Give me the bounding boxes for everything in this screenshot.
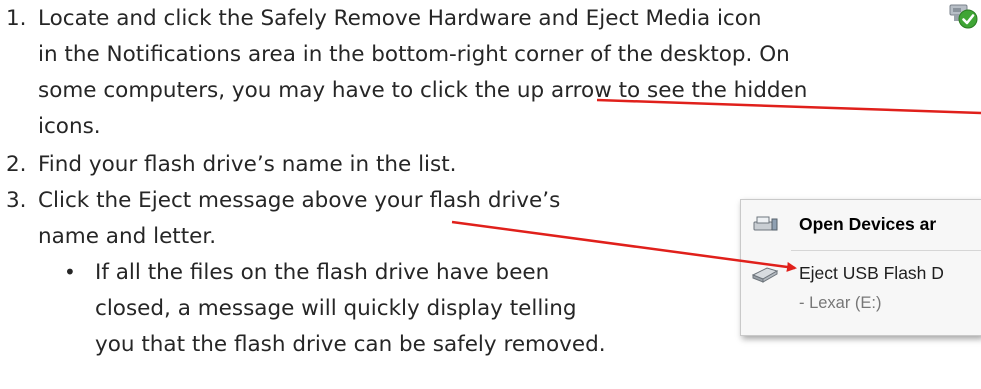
step-1-line-4: icons. bbox=[38, 114, 101, 139]
step-2-number: 2. bbox=[6, 152, 27, 177]
step-1-line-2: in the Notifications area in the bottom-… bbox=[38, 42, 790, 67]
step-1-line-1: Locate and click the Safely Remove Hardw… bbox=[38, 6, 762, 31]
step-3-line-1: Click the Eject message above your flash… bbox=[38, 188, 561, 213]
drive-name-label: - Lexar (E:) bbox=[799, 294, 882, 312]
open-devices-label: Open Devices ar bbox=[799, 214, 937, 234]
open-devices-menu-item[interactable]: Open Devices ar bbox=[741, 207, 981, 241]
eject-usb-menu-item[interactable]: Eject USB Flash D bbox=[741, 256, 981, 290]
step-1-number: 1. bbox=[6, 6, 27, 31]
step-3-line-2: name and letter. bbox=[38, 224, 217, 249]
tray-popup-menu: Open Devices ar Eject USB Flash D - Lexa… bbox=[740, 199, 981, 336]
safely-remove-hardware-icon bbox=[949, 4, 978, 29]
menu-separator bbox=[791, 250, 981, 251]
sub-bullet-line-3: you that the flash drive can be safely r… bbox=[95, 332, 606, 357]
eject-usb-label: Eject USB Flash D bbox=[799, 263, 944, 283]
sub-bullet-marker: • bbox=[64, 260, 76, 284]
devices-printers-icon bbox=[753, 216, 778, 231]
usb-drive-icon bbox=[751, 267, 779, 283]
sub-bullet-line-2: closed, a message will quickly display t… bbox=[95, 296, 577, 321]
sub-bullet-line-1: If all the files on the flash drive have… bbox=[95, 260, 550, 285]
step-2-line-1: Find your flash drive’s name in the list… bbox=[38, 152, 457, 177]
step-3-number: 3. bbox=[6, 188, 27, 213]
step-1-line-3: some computers, you may have to click th… bbox=[38, 78, 808, 103]
